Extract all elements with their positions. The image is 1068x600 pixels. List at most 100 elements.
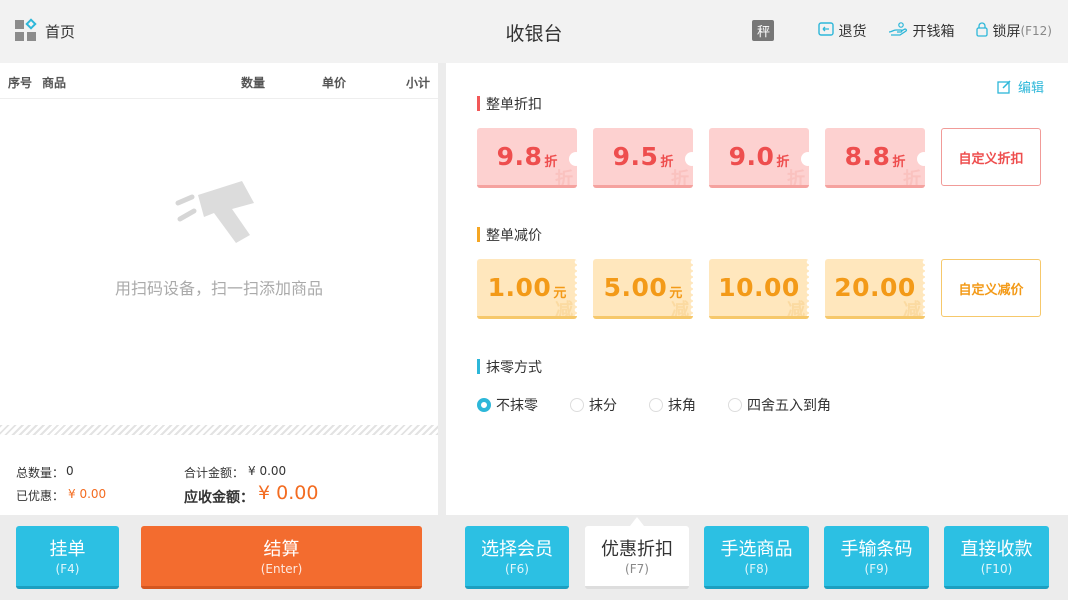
- rounding-option-fen[interactable]: 抹分: [570, 395, 617, 415]
- discount-card[interactable]: 8.8 折折: [825, 128, 925, 188]
- cart-panel: 序号 商品 数量 单价 小计 用扫码设备，扫一扫添加商品 总数量： 0 合计金额…: [0, 63, 438, 515]
- reduce-card[interactable]: 5.00 元减: [593, 259, 693, 319]
- pick-product-button[interactable]: 手选商品 (F8): [704, 526, 809, 589]
- reduce-value: 5.00: [603, 273, 668, 302]
- return-label: 退货: [838, 23, 867, 40]
- radio-icon: [570, 398, 584, 412]
- button-shortcut: (F6): [505, 562, 529, 576]
- col-qty: 数量: [241, 76, 266, 90]
- hold-order-button[interactable]: 挂单 (F4): [16, 526, 119, 589]
- reduce-watermark: 减: [671, 300, 689, 319]
- radio-icon: [649, 398, 663, 412]
- button-shortcut: (F4): [55, 562, 80, 576]
- cash-drawer-icon: [888, 22, 908, 39]
- button-label: 手输条码: [840, 539, 913, 560]
- rounding-label: 不抹零: [496, 398, 538, 414]
- reduce-card[interactable]: 20.00 减: [825, 259, 925, 319]
- reduce-card[interactable]: 1.00 元减: [477, 259, 577, 319]
- open-drawer-label: 开钱箱: [912, 23, 955, 40]
- empty-hint: 用扫码设备，扫一扫添加商品: [114, 279, 323, 298]
- button-label: 选择会员: [481, 539, 553, 560]
- lock-screen-button[interactable]: 锁屏 (F12): [976, 21, 1052, 41]
- edit-label: 编辑: [1017, 81, 1044, 96]
- button-shortcut: (F10): [980, 562, 1013, 576]
- radio-checked-icon: [477, 398, 491, 412]
- reduce-watermark: 减: [903, 300, 921, 319]
- rounding-options: 不抹零 抹分 抹角 四舍五入到角: [477, 395, 863, 415]
- section-discount-title: 整单折扣: [477, 94, 542, 114]
- col-price: 单价: [322, 76, 347, 90]
- button-shortcut: (Enter): [260, 562, 303, 576]
- col-product: 商品: [42, 76, 67, 90]
- discount-card[interactable]: 9.8 折折: [477, 128, 577, 188]
- lock-screen-label: 锁屏: [992, 23, 1021, 40]
- reduce-card[interactable]: 10.00 减: [709, 259, 809, 319]
- ticket-notch: [569, 152, 577, 166]
- discount-watermark: 折: [787, 169, 805, 188]
- discount-value: 9.5: [612, 142, 659, 171]
- scale-badge[interactable]: 秤: [752, 20, 775, 41]
- rounding-option-none[interactable]: 不抹零: [477, 395, 538, 415]
- checkout-button[interactable]: 结算 (Enter): [141, 526, 422, 589]
- rounding-label: 抹分: [589, 398, 617, 414]
- open-drawer-button[interactable]: 开钱箱: [888, 21, 954, 41]
- edit-icon: [997, 79, 1011, 94]
- rounding-option-jiao[interactable]: 抹角: [649, 395, 696, 415]
- ticket-notch: [685, 152, 693, 166]
- button-label: 优惠折扣: [601, 539, 673, 560]
- return-icon: [818, 22, 835, 39]
- discount-value: 9.8: [496, 142, 543, 171]
- button-label: 挂单: [49, 539, 86, 560]
- enter-barcode-button[interactable]: 手输条码 (F9): [824, 526, 929, 589]
- top-bar: 首页 收银台 秤 退货 开钱箱 锁屏 (F12): [0, 0, 1068, 63]
- discount-card[interactable]: 9.0 折折: [709, 128, 809, 188]
- lock-icon: [976, 21, 989, 40]
- discounted-label: 已优惠：: [16, 489, 65, 503]
- rounding-option-round-jiao[interactable]: 四舍五入到角: [728, 395, 831, 415]
- active-tab-caret: [630, 517, 644, 526]
- section-reduce-title: 整单减价: [477, 225, 542, 245]
- divider: [0, 425, 438, 435]
- button-label: 结算: [263, 539, 300, 560]
- discounted-value: ¥ 0.00: [68, 487, 107, 501]
- cart-empty-state: 用扫码设备，扫一扫添加商品: [0, 173, 438, 299]
- button-label: 手选商品: [720, 539, 793, 560]
- edit-button[interactable]: 编辑: [997, 77, 1044, 96]
- reduce-value: 1.00: [487, 273, 552, 302]
- scanner-icon: [175, 181, 254, 243]
- lock-screen-shortcut: (F12): [1020, 23, 1052, 38]
- discount-cards: 9.8 折折 9.5 折折 9.0 折折 8.8 折折 自定义折扣: [477, 128, 1041, 188]
- button-label: 直接收款: [960, 539, 1033, 560]
- cart-table-header: 序号 商品 数量 单价 小计: [0, 63, 438, 99]
- discount-button[interactable]: 优惠折扣 (F7): [585, 526, 689, 589]
- cart-totals: 总数量： 0 合计金额： ¥ 0.00 已优惠： ¥ 0.00 应收金额： ¥ …: [0, 435, 438, 515]
- discount-watermark: 折: [555, 169, 573, 188]
- discount-value: 9.0: [728, 142, 775, 171]
- discount-watermark: 折: [903, 169, 921, 188]
- total-qty-label: 总数量：: [16, 466, 65, 480]
- header-tools: 秤 退货 开钱箱 锁屏 (F12): [752, 20, 1052, 41]
- custom-discount-button[interactable]: 自定义折扣: [941, 128, 1041, 186]
- receivable-label: 应收金额：: [184, 490, 254, 506]
- button-shortcut: (F7): [625, 562, 649, 576]
- total-qty-value: 0: [66, 464, 74, 478]
- reduce-watermark: 减: [555, 300, 573, 319]
- reduce-cards: 1.00 元减 5.00 元减 10.00 减 20.00 减 自定义减价: [477, 259, 1041, 319]
- col-subtotal: 小计: [406, 76, 431, 90]
- ticket-notch: [801, 152, 809, 166]
- select-member-button[interactable]: 选择会员 (F6): [465, 526, 569, 589]
- button-shortcut: (F9): [864, 562, 889, 576]
- total-amount-value: ¥ 0.00: [248, 464, 287, 478]
- col-index: 序号: [8, 76, 33, 90]
- discount-watermark: 折: [671, 169, 689, 188]
- receivable-value: ¥ 0.00: [258, 482, 319, 504]
- total-amount-label: 合计金额：: [184, 466, 245, 480]
- discount-panel: 编辑 整单折扣 9.8 折折 9.5 折折 9.0 折折 8.8 折折 自定义折扣 整单…: [446, 63, 1068, 515]
- discount-card[interactable]: 9.5 折折: [593, 128, 693, 188]
- button-shortcut: (F8): [744, 562, 769, 576]
- reduce-watermark: 减: [787, 300, 805, 319]
- direct-collect-button[interactable]: 直接收款 (F10): [944, 526, 1049, 589]
- return-button[interactable]: 退货: [818, 21, 866, 41]
- radio-icon: [728, 398, 742, 412]
- custom-reduce-button[interactable]: 自定义减价: [941, 259, 1041, 317]
